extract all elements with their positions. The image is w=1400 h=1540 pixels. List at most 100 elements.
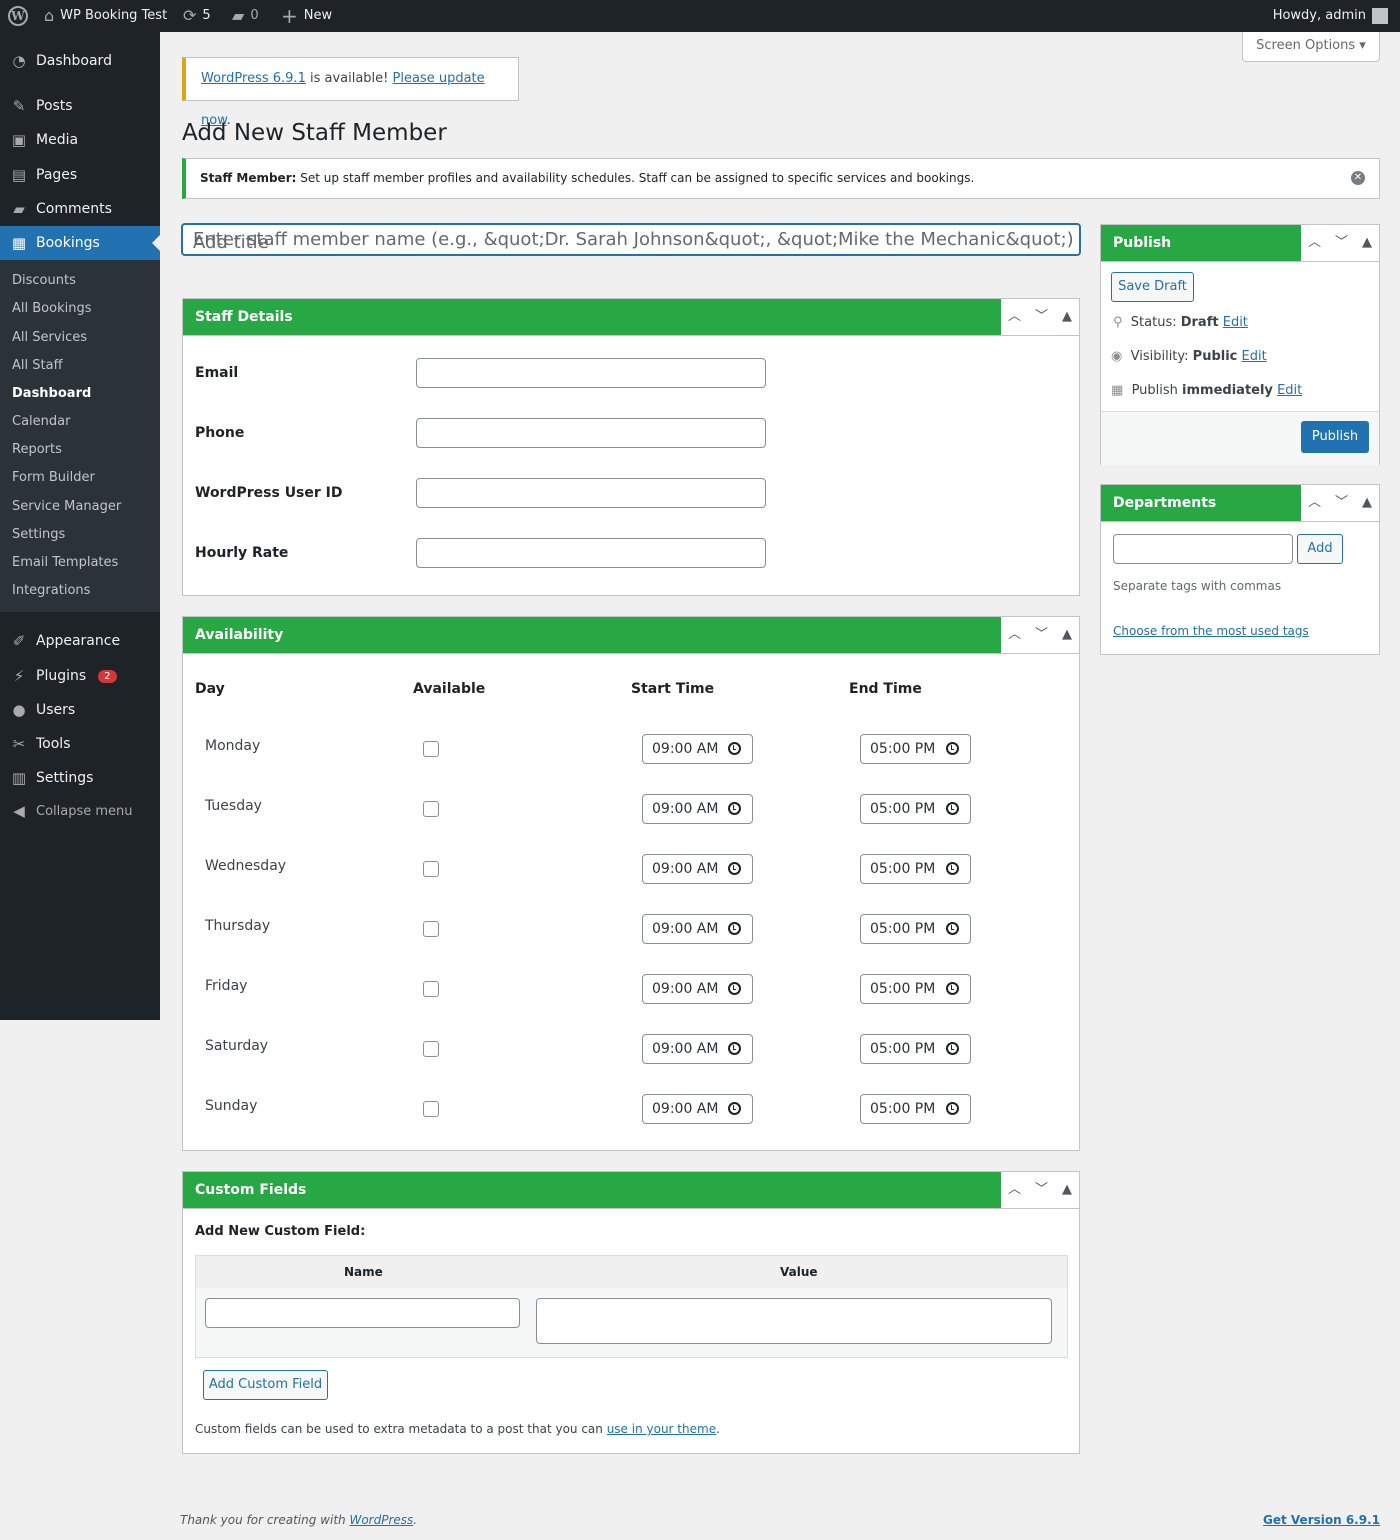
menu-users[interactable]: ● Users [0,693,160,727]
start-time-input[interactable]: 09:00 AM [642,854,753,884]
save-draft-button[interactable]: Save Draft [1111,272,1194,302]
end-time-input[interactable]: 05:00 PM [860,974,971,1004]
my-account[interactable]: Howdy, admin [1273,0,1388,32]
toggle-icon[interactable]: ▲ [1362,485,1372,521]
choose-most-used-tags-link[interactable]: Choose from the most used tags [1113,624,1309,638]
submenu-dashboard[interactable]: Dashboard [12,386,91,401]
move-up-icon[interactable]: ︿ [1008,299,1021,335]
clock-icon[interactable] [728,802,741,815]
new-department-input[interactable] [1113,534,1293,564]
available-checkbox[interactable] [423,981,439,997]
comments-link[interactable]: ▰ 0 [232,0,259,32]
screen-options-button[interactable]: Screen Options ▾ [1242,32,1380,62]
email-field[interactable] [416,358,766,388]
dismiss-icon[interactable]: ✕ [1351,171,1365,185]
clock-icon[interactable] [728,862,741,875]
move-down-icon[interactable]: ﹀ [1035,1172,1048,1208]
wordpress-logo-icon[interactable]: W [8,0,28,32]
move-down-icon[interactable]: ﹀ [1335,485,1348,521]
menu-appearance[interactable]: ✐ Appearance [0,624,160,658]
submenu-discounts[interactable]: Discounts [12,273,76,288]
clock-icon[interactable] [728,982,741,995]
move-up-icon[interactable]: ︿ [1308,225,1321,261]
wordpress-link[interactable]: WordPress [349,1513,413,1527]
use-in-theme-link[interactable]: use in your theme [607,1422,716,1436]
updates-link[interactable]: ⟳ 5 [183,0,211,32]
menu-settings[interactable]: ▥ Settings [0,761,160,795]
clock-icon[interactable] [946,1042,959,1055]
hourly-rate-field[interactable] [416,538,766,568]
clock-icon[interactable] [946,862,959,875]
submenu-settings[interactable]: Settings [12,527,65,542]
menu-posts[interactable]: ✎ Posts [0,89,160,123]
clock-icon[interactable] [946,742,959,755]
submenu-form-builder[interactable]: Form Builder [12,470,95,485]
end-time-input[interactable]: 05:00 PM [860,1094,971,1124]
menu-bookings[interactable]: ▦ Bookings [0,226,160,260]
end-time-input[interactable]: 05:00 PM [860,854,971,884]
site-name-link[interactable]: ⌂ WP Booking Test [44,0,167,32]
publish-button[interactable]: Publish [1301,421,1369,453]
toggle-icon[interactable]: ▲ [1062,1172,1072,1208]
menu-comments[interactable]: ▰ Comments [0,192,160,226]
clock-icon[interactable] [728,922,741,935]
submenu-all-staff[interactable]: All Staff [12,358,63,373]
start-time-input[interactable]: 09:00 AM [642,1094,753,1124]
end-time-input[interactable]: 05:00 PM [860,794,971,824]
wordpress-version-link[interactable]: WordPress 6.9.1 [201,71,306,86]
move-up-icon[interactable]: ︿ [1308,485,1321,521]
menu-plugins[interactable]: ⚡ Plugins 2 [0,659,160,693]
start-time-input[interactable]: 09:00 AM [642,794,753,824]
submenu-integrations[interactable]: Integrations [12,583,90,598]
available-checkbox[interactable] [423,921,439,937]
custom-field-name-input[interactable] [205,1298,520,1328]
end-time-input[interactable]: 05:00 PM [860,734,971,764]
clock-icon[interactable] [728,742,741,755]
edit-status-link[interactable]: Edit [1223,315,1248,330]
custom-field-value-textarea[interactable] [536,1298,1052,1344]
add-department-button[interactable]: Add [1297,534,1343,564]
start-time-input[interactable]: 09:00 AM [642,1034,753,1064]
submenu-all-bookings[interactable]: All Bookings [12,301,91,316]
submenu-reports[interactable]: Reports [12,442,62,457]
start-time-input[interactable]: 09:00 AM [642,974,753,1004]
move-down-icon[interactable]: ﹀ [1035,299,1048,335]
collapse-menu[interactable]: ◀ Collapse menu [0,794,160,828]
submenu-calendar[interactable]: Calendar [12,414,70,429]
add-custom-field-button[interactable]: Add Custom Field [203,1370,328,1400]
edit-publish-date-link[interactable]: Edit [1277,383,1302,398]
clock-icon[interactable] [946,802,959,815]
clock-icon[interactable] [946,922,959,935]
submenu-email-templates[interactable]: Email Templates [12,555,118,570]
get-version-link[interactable]: Get Version 6.9.1 [1263,1513,1380,1527]
clock-icon[interactable] [946,1102,959,1115]
menu-dashboard[interactable]: ◔ Dashboard [0,44,160,78]
edit-visibility-link[interactable]: Edit [1242,349,1267,364]
move-down-icon[interactable]: ﹀ [1335,225,1348,261]
new-content-link[interactable]: + New [281,0,332,32]
toggle-icon[interactable]: ▲ [1062,617,1072,653]
available-checkbox[interactable] [423,1041,439,1057]
start-time-input[interactable]: 09:00 AM [642,734,753,764]
menu-pages[interactable]: ▤ Pages [0,158,160,192]
menu-tools[interactable]: ✂ Tools [0,727,160,761]
available-checkbox[interactable] [423,1101,439,1117]
clock-icon[interactable] [728,1042,741,1055]
wp-user-id-field[interactable] [416,478,766,508]
end-time-input[interactable]: 05:00 PM [860,1034,971,1064]
clock-icon[interactable] [946,982,959,995]
end-time-input[interactable]: 05:00 PM [860,914,971,944]
available-checkbox[interactable] [423,801,439,817]
toggle-icon[interactable]: ▲ [1362,225,1372,261]
phone-field[interactable] [416,418,766,448]
move-up-icon[interactable]: ︿ [1008,1172,1021,1208]
move-down-icon[interactable]: ﹀ [1035,617,1048,653]
submenu-service-manager[interactable]: Service Manager [12,499,121,514]
available-checkbox[interactable] [423,861,439,877]
title-input[interactable]: Enter staff member name (e.g., &quot;Dr.… [181,223,1081,256]
start-time-input[interactable]: 09:00 AM [642,914,753,944]
available-checkbox[interactable] [423,741,439,757]
move-up-icon[interactable]: ︿ [1008,617,1021,653]
clock-icon[interactable] [728,1102,741,1115]
menu-media[interactable]: ▣ Media [0,123,160,157]
